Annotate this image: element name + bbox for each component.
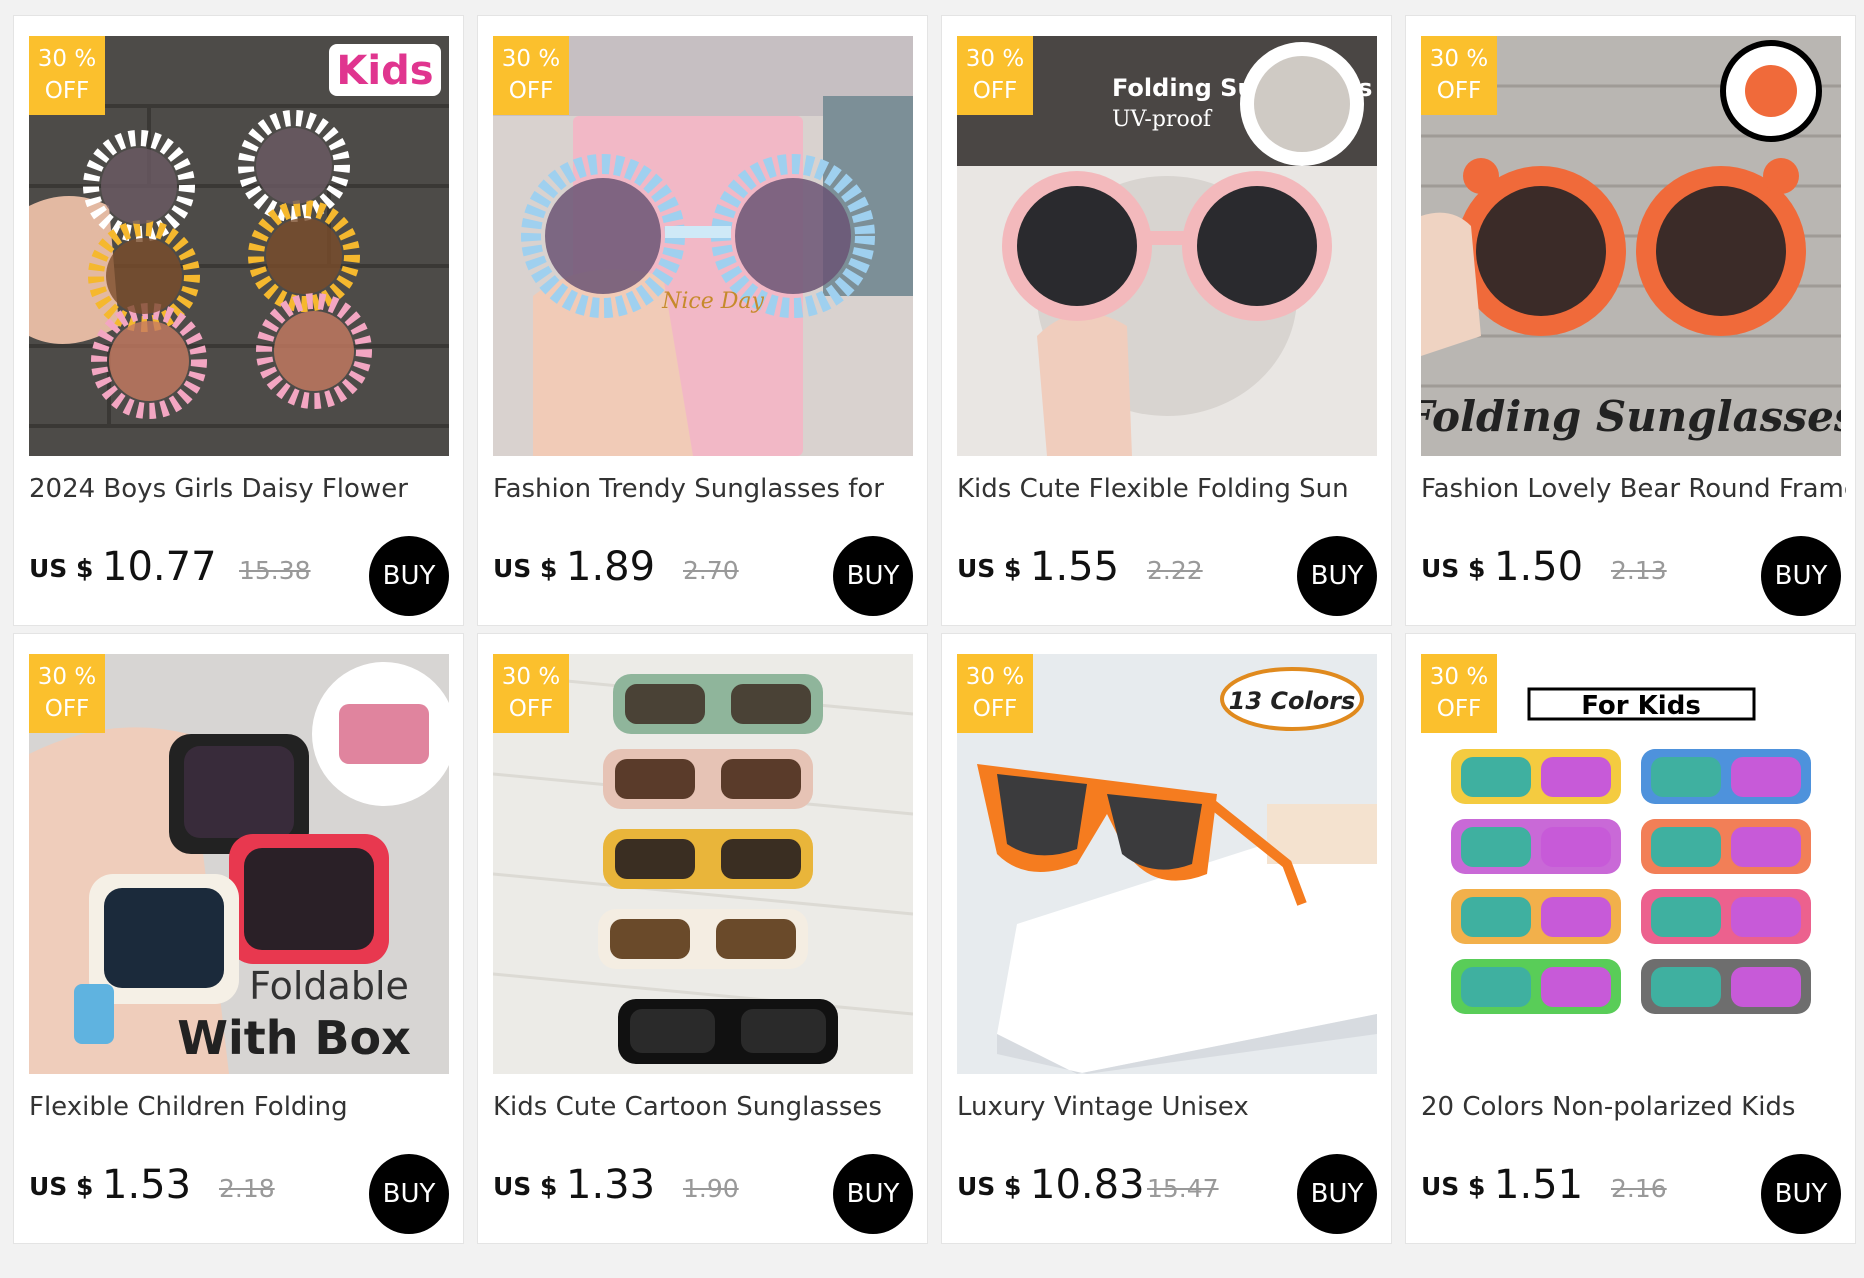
sale-price: 1.53 <box>102 1162 192 1208</box>
sunglasses-variant <box>1451 959 1621 1014</box>
image-sublabel: With Box <box>177 1011 411 1065</box>
currency-label: US $ <box>29 554 94 583</box>
discount-badge: 30 % OFF <box>1421 36 1497 115</box>
image-label: Kids <box>336 48 433 94</box>
product-title[interactable]: Luxury Vintage Unisex <box>957 1089 1382 1125</box>
product-title[interactable]: Kids Cute Flexible Folding Sun <box>957 471 1382 507</box>
buy-button[interactable]: BUY <box>1297 536 1377 616</box>
sunglasses-variant <box>1641 749 1811 804</box>
original-price: 15.47 <box>1147 1174 1219 1203</box>
image-sublabel: UV-proof <box>1112 107 1213 132</box>
currency-label: US $ <box>29 1172 94 1201</box>
buy-button[interactable]: BUY <box>1761 536 1841 616</box>
product-card[interactable]: 30 % OFF For Kids 20 Colors Non-polarized… <box>1405 633 1856 1244</box>
sale-price: 1.51 <box>1494 1162 1584 1208</box>
product-image[interactable]: 30 % OFF Foldable With Box <box>29 654 449 1074</box>
discount-badge: 30 % OFF <box>1421 654 1497 733</box>
sunglasses-variant <box>1451 749 1621 804</box>
currency-label: US $ <box>493 1172 558 1201</box>
product-card[interactable]: 30 % OFF Foldable With Box Flexible Child… <box>13 633 464 1244</box>
currency-label: US $ <box>957 554 1022 583</box>
sunglasses-variant <box>1641 889 1811 944</box>
product-image[interactable]: 30 % OFF <box>493 654 913 1074</box>
discount-badge: 30 % OFF <box>29 36 105 115</box>
product-title[interactable]: Fashion Lovely Bear Round Frame <box>1421 471 1846 507</box>
product-grid: 30 % OFF Kids 2024 Boys Girls Daisy Flow… <box>13 15 1856 1244</box>
product-title[interactable]: 20 Colors Non-polarized Kids <box>1421 1089 1846 1125</box>
currency-label: US $ <box>493 554 558 583</box>
sale-price: 1.55 <box>1030 544 1120 590</box>
currency-label: US $ <box>1421 1172 1486 1201</box>
product-image[interactable]: 30 % OFF Kids <box>29 36 449 456</box>
buy-button[interactable]: BUY <box>1761 1154 1841 1234</box>
buy-button[interactable]: BUY <box>833 1154 913 1234</box>
currency-label: US $ <box>957 1172 1022 1201</box>
discount-badge: 30 % OFF <box>29 654 105 733</box>
product-title[interactable]: 2024 Boys Girls Daisy Flower <box>29 471 454 507</box>
original-price: 2.22 <box>1147 556 1203 585</box>
sale-price: 1.33 <box>566 1162 656 1208</box>
product-image[interactable]: 30 % OFF Folding Sunglasses <box>1421 36 1841 456</box>
product-title[interactable]: Kids Cute Cartoon Sunglasses <box>493 1089 918 1125</box>
original-price: 15.38 <box>239 556 311 585</box>
product-card[interactable]: 30 % OFF 13 Colors Luxury Vintage Unisex … <box>941 633 1392 1244</box>
original-price: 1.90 <box>683 1174 739 1203</box>
original-price: 2.70 <box>683 556 739 585</box>
discount-badge: 30 % OFF <box>957 36 1033 115</box>
discount-badge: 30 % OFF <box>957 654 1033 733</box>
sale-price: 10.77 <box>102 544 217 590</box>
original-price: 2.18 <box>219 1174 275 1203</box>
sale-price: 1.50 <box>1494 544 1584 590</box>
product-title[interactable]: Fashion Trendy Sunglasses for <box>493 471 918 507</box>
currency-label: US $ <box>1421 554 1486 583</box>
image-label: 13 Colors <box>1229 687 1356 715</box>
product-image[interactable]: 30 % OFF Nice Day <box>493 36 913 456</box>
sale-price: 1.89 <box>566 544 656 590</box>
discount-badge: 30 % OFF <box>493 654 569 733</box>
original-price: 2.16 <box>1611 1174 1667 1203</box>
image-label: Foldable <box>249 964 409 1008</box>
product-title[interactable]: Flexible Children Folding <box>29 1089 454 1125</box>
product-image[interactable]: 30 %OFF Folding Sunglasses UV-proof <box>957 36 1377 456</box>
product-card[interactable]: 30 % OFF Kids Cute Cartoon Sunglasses US… <box>477 633 928 1244</box>
original-price: 2.13 <box>1611 556 1667 585</box>
sunglasses-variant <box>1641 959 1811 1014</box>
product-card[interactable]: 30 % OFF Folding Sunglasses Fashion Love… <box>1405 15 1856 626</box>
buy-button[interactable]: BUY <box>369 1154 449 1234</box>
image-label: Nice Day <box>661 289 764 314</box>
product-card[interactable]: 30 %OFF Folding Sunglasses UV-proof Kids… <box>941 15 1392 626</box>
product-image[interactable]: 30 % OFF 13 Colors <box>957 654 1377 1074</box>
sunglasses-variant <box>1641 819 1811 874</box>
buy-button[interactable]: BUY <box>1297 1154 1377 1234</box>
buy-button[interactable]: BUY <box>833 536 913 616</box>
product-image[interactable]: 30 % OFF For Kids <box>1421 654 1841 1074</box>
image-label: Folding Sunglasses <box>1421 392 1841 441</box>
buy-button[interactable]: BUY <box>369 536 449 616</box>
product-card[interactable]: 30 % OFF Nice Day Fashion Trendy Sunglass… <box>477 15 928 626</box>
sale-price: 10.83 <box>1030 1162 1145 1208</box>
sunglasses-variant <box>1451 889 1621 944</box>
discount-badge: 30 % OFF <box>493 36 569 115</box>
image-label: For Kids <box>1581 691 1701 721</box>
product-card[interactable]: 30 % OFF Kids 2024 Boys Girls Daisy Flow… <box>13 15 464 626</box>
sunglasses-variant <box>1451 819 1621 874</box>
